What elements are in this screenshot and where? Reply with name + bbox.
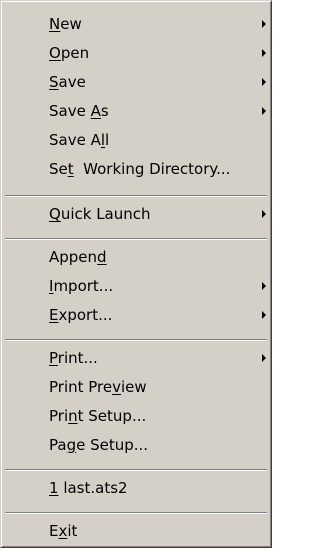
menu-item-label: 1 last.ats2 — [49, 479, 128, 497]
submenu-arrow-icon — [262, 78, 266, 86]
menu-item-save-as[interactable]: Save As — [4, 100, 268, 122]
submenu-arrow-icon — [262, 107, 266, 115]
menu-item-new[interactable]: New — [4, 13, 268, 35]
menu-item-label: Import... — [49, 277, 114, 295]
menu-item-set-working-directory[interactable]: Set Working Directory... — [4, 158, 268, 180]
menu-separator — [5, 238, 267, 240]
menu-separator — [5, 469, 267, 471]
menu-item-print-setup[interactable]: Print Setup... — [4, 405, 268, 427]
menu-item-page-setup[interactable]: Page Setup... — [4, 434, 268, 456]
menu-item-label: Print Setup... — [49, 407, 147, 425]
menu-separator — [5, 512, 267, 514]
menu-item-label: New — [49, 15, 82, 33]
submenu-arrow-icon — [262, 354, 266, 362]
menu-separator — [5, 195, 267, 197]
menu-item-export[interactable]: Export... — [4, 304, 268, 326]
menu-item-print-preview[interactable]: Print Preview — [4, 376, 268, 398]
submenu-arrow-icon — [262, 210, 266, 218]
menu-separator — [5, 339, 267, 341]
menu-item-print[interactable]: Print... — [4, 347, 268, 369]
menu-item-label: Export... — [49, 306, 113, 324]
submenu-arrow-icon — [262, 282, 266, 290]
submenu-arrow-icon — [262, 20, 266, 28]
menu-item-save-all[interactable]: Save All — [4, 129, 268, 151]
menu-item-label: Open — [49, 44, 90, 62]
menu-item-label: Append — [49, 248, 107, 266]
menu-item-import[interactable]: Import... — [4, 275, 268, 297]
menu-item-label: Quick Launch — [49, 205, 151, 223]
menu-item-append[interactable]: Append — [4, 246, 268, 268]
submenu-arrow-icon — [262, 311, 266, 319]
menu-item-open[interactable]: Open — [4, 42, 268, 64]
file-menu: New Open Save Save As Save All Set Worki… — [0, 0, 272, 548]
menu-item-label: Page Setup... — [49, 436, 149, 454]
menu-item-recent-file-1[interactable]: 1 last.ats2 — [4, 477, 268, 499]
menu-item-label: Set Working Directory... — [49, 160, 231, 178]
menu-item-quick-launch[interactable]: Quick Launch — [4, 203, 268, 225]
menu-item-label: Save As — [49, 102, 109, 120]
menu-item-label: Save — [49, 73, 86, 91]
menu-item-exit[interactable]: Exit — [4, 520, 268, 542]
menu-item-label: Exit — [49, 522, 78, 540]
menu-item-label: Print Preview — [49, 378, 147, 396]
submenu-arrow-icon — [262, 49, 266, 57]
menu-item-save[interactable]: Save — [4, 71, 268, 93]
menu-item-label: Print... — [49, 349, 98, 367]
menu-item-label: Save All — [49, 131, 110, 149]
